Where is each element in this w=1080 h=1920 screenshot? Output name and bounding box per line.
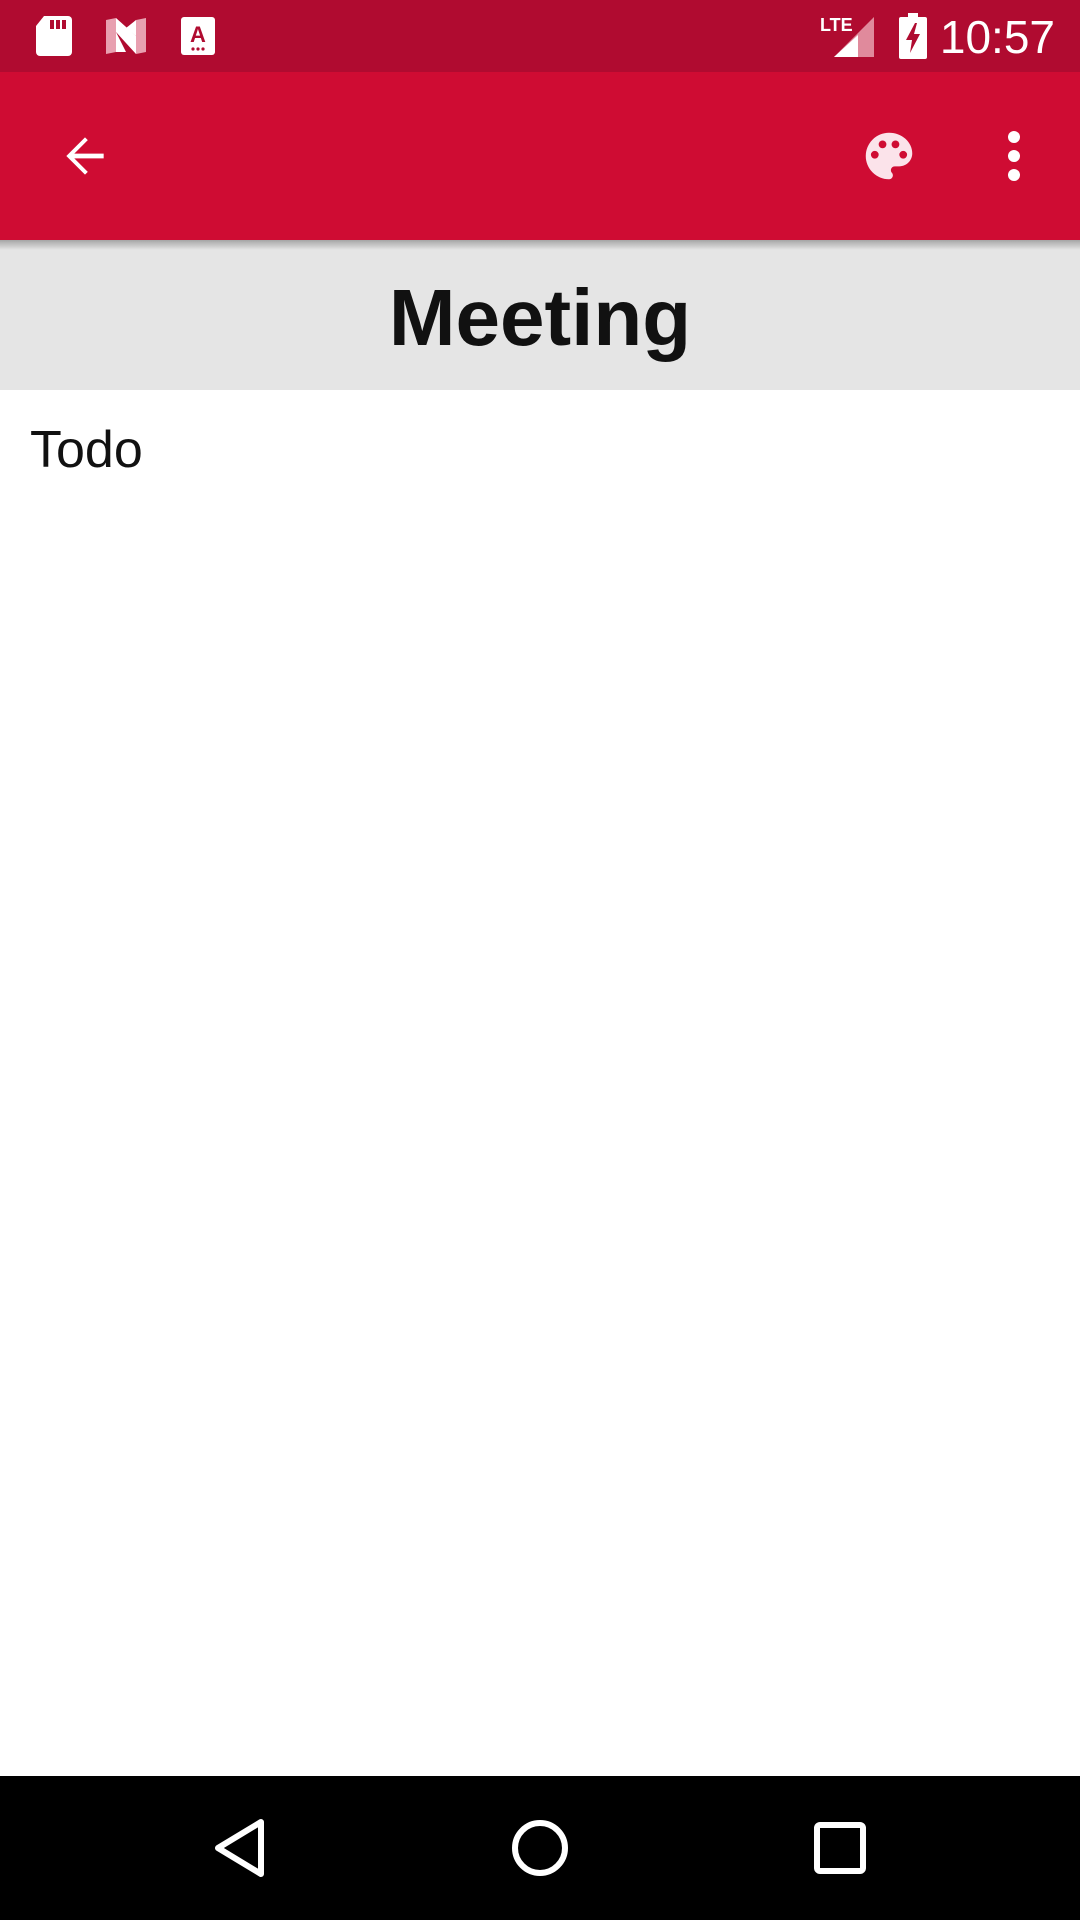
app-bar-shadow — [0, 240, 1080, 250]
screen: A LTE 10:57 Meeting Todo — [0, 0, 1080, 1920]
network-label: LTE — [820, 15, 853, 35]
battery-charging-icon — [898, 0, 928, 72]
home-circle-icon — [512, 1820, 568, 1876]
keyboard-a-icon: A — [180, 0, 216, 72]
color-palette-button[interactable] — [844, 72, 934, 240]
back-triangle-icon — [215, 1819, 264, 1877]
n-app-icon — [104, 0, 148, 72]
back-arrow-icon — [66, 137, 104, 175]
note-body[interactable]: Todo — [0, 390, 1080, 1776]
signal-icon: LTE — [820, 0, 876, 72]
app-bar — [0, 72, 1080, 240]
recents-square-icon — [814, 1822, 866, 1874]
status-time: 10:57 — [939, 11, 1055, 63]
nav-home-button[interactable] — [460, 1776, 620, 1920]
back-button[interactable] — [40, 72, 130, 240]
sd-card-icon — [34, 0, 74, 72]
nav-back-button[interactable] — [161, 1776, 321, 1920]
navigation-bar — [0, 1776, 1080, 1920]
status-bar: A LTE 10:57 — [0, 0, 1080, 72]
nav-recents-button[interactable] — [760, 1776, 920, 1920]
overflow-menu-button[interactable] — [974, 72, 1054, 240]
overflow-menu-icon — [1008, 131, 1020, 181]
palette-icon — [865, 132, 913, 180]
note-title[interactable]: Meeting — [389, 272, 691, 364]
note-body-text[interactable]: Todo — [30, 420, 143, 480]
note-title-bar[interactable]: Meeting — [0, 240, 1080, 390]
svg-text:A: A — [190, 22, 206, 47]
